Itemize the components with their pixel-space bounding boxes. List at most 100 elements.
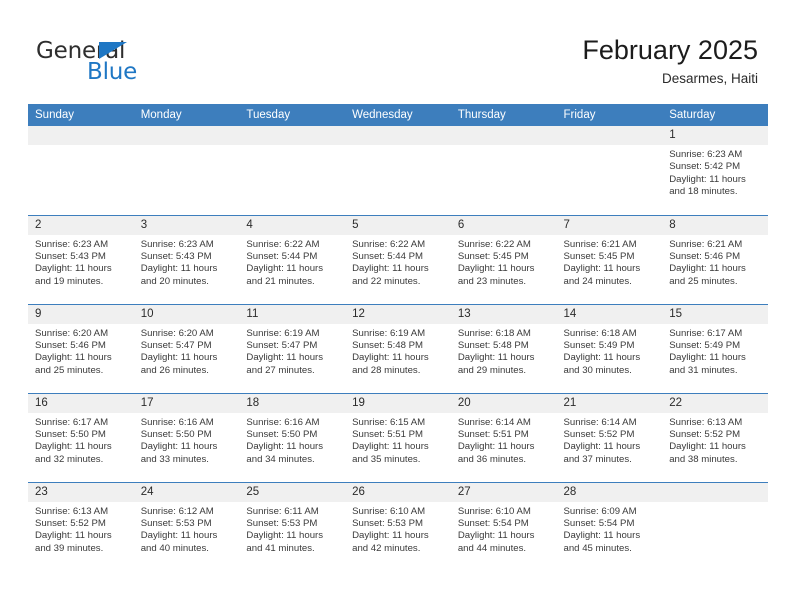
day-cell-inner: 23 Sunrise: 6:13 AM Sunset: 5:52 PM Dayligh… <box>28 482 134 572</box>
calendar-table: Sunday Monday Tuesday Wednesday Thursday Frid… <box>28 104 768 571</box>
day-number: 6 <box>450 215 557 235</box>
day-number: 14 <box>556 304 663 324</box>
day-cell-inner: 10 Sunrise: 6:20 AM Sunset: 5:47 PM Dayligh… <box>133 304 240 393</box>
calendar-day-cell[interactable]: 10 Sunrise: 6:20 AM Sunset: 5:47 PM Dayligh… <box>133 303 240 393</box>
daylight-text: Daylight: 11 hours and 39 minutes. <box>35 530 112 554</box>
daylight-text: Daylight: 11 hours and 32 minutes. <box>35 441 112 465</box>
sunrise-text: Sunrise: 6:21 AM <box>669 238 743 250</box>
calendar-day-cell-empty <box>28 126 134 215</box>
daylight-text: Daylight: 11 hours and 41 minutes. <box>246 530 324 554</box>
calendar-day-cell[interactable]: 9 Sunrise: 6:20 AM Sunset: 5:46 PM Daylight… <box>28 303 134 393</box>
calendar-day-cell[interactable]: 3 Sunrise: 6:23 AM Sunset: 5:43 PM Daylight… <box>133 214 240 304</box>
day-number: 11 <box>239 304 346 324</box>
calendar-day-cell[interactable]: 24 Sunrise: 6:12 AM Sunset: 5:53 PM Dayligh… <box>133 481 240 571</box>
daylight-text: Daylight: 11 hours and 27 minutes. <box>246 352 324 376</box>
day-cell-inner: 4 Sunrise: 6:22 AM Sunset: 5:44 PM Daylight… <box>239 215 346 304</box>
calendar-day-cell[interactable]: 18 Sunrise: 6:16 AM Sunset: 5:50 PM Dayligh… <box>239 392 346 482</box>
calendar-day-cell[interactable]: 17 Sunrise: 6:16 AM Sunset: 5:50 PM Dayligh… <box>133 392 240 482</box>
calendar-day-cell[interactable]: 13 Sunrise: 6:18 AM Sunset: 5:48 PM Dayligh… <box>450 303 557 393</box>
calendar-day-cell-empty <box>345 126 451 215</box>
calendar-day-cell[interactable]: 6 Sunrise: 6:22 AM Sunset: 5:45 PM Daylight… <box>450 214 557 304</box>
day-number: 27 <box>450 482 557 502</box>
daylight-text: Daylight: 11 hours and 36 minutes. <box>457 441 535 465</box>
weekday-header-tuesday: Tuesday <box>239 104 346 126</box>
calendar-week-row: 1 Sunrise: 6:23 AM Sunset: 5:42 PM Daylight… <box>28 126 768 215</box>
day-number: 22 <box>662 393 768 413</box>
sunrise-text: Sunrise: 6:23 AM <box>35 238 109 250</box>
day-details: Sunrise: 6:16 AM Sunset: 5:50 PM Daylight:… <box>239 413 345 467</box>
calendar-day-cell[interactable]: 20 Sunrise: 6:14 AM Sunset: 5:51 PM Dayligh… <box>450 392 557 482</box>
daylight-text: Daylight: 11 hours and 44 minutes. <box>457 530 535 554</box>
day-cell-inner: 5 Sunrise: 6:22 AM Sunset: 5:44 PM Daylight… <box>345 215 451 304</box>
sunset-text: Sunset: 5:45 PM <box>457 250 529 262</box>
sunset-text: Sunset: 5:48 PM <box>352 339 424 351</box>
calendar-day-cell[interactable]: 21 Sunrise: 6:14 AM Sunset: 5:52 PM Dayligh… <box>556 392 663 482</box>
calendar-day-cell[interactable]: 8 Sunrise: 6:21 AM Sunset: 5:46 PM Daylight… <box>662 214 768 304</box>
day-details: Sunrise: 6:17 AM Sunset: 5:49 PM Daylight:… <box>662 324 768 378</box>
sunset-text: Sunset: 5:54 PM <box>563 517 635 529</box>
calendar-day-cell[interactable]: 26 Sunrise: 6:10 AM Sunset: 5:53 PM Dayligh… <box>345 481 451 571</box>
calendar-day-cell[interactable]: 23 Sunrise: 6:13 AM Sunset: 5:52 PM Dayligh… <box>28 481 134 572</box>
day-details: Sunrise: 6:19 AM Sunset: 5:48 PM Daylight:… <box>345 324 451 378</box>
daylight-text: Daylight: 11 hours and 22 minutes. <box>352 263 429 287</box>
sunset-text: Sunset: 5:44 PM <box>352 250 424 262</box>
calendar-week-row: 16 Sunrise: 6:17 AM Sunset: 5:50 PM Dayligh… <box>28 392 768 482</box>
calendar-day-cell[interactable]: 12 Sunrise: 6:19 AM Sunset: 5:48 PM Dayligh… <box>345 303 451 393</box>
day-number <box>28 126 134 145</box>
calendar-day-cell[interactable]: 14 Sunrise: 6:18 AM Sunset: 5:49 PM Dayligh… <box>556 303 663 393</box>
day-number <box>345 126 451 145</box>
brand-logo: General Blue <box>36 38 276 90</box>
day-details: Sunrise: 6:13 AM Sunset: 5:52 PM Daylight:… <box>28 502 134 556</box>
sunset-text: Sunset: 5:52 PM <box>35 517 106 529</box>
sunrise-text: Sunrise: 6:18 AM <box>457 327 531 339</box>
weekday-header-monday: Monday <box>133 104 240 126</box>
day-cell-inner <box>662 482 768 572</box>
sunset-text: Sunset: 5:44 PM <box>246 250 318 262</box>
daylight-text: Daylight: 11 hours and 23 minutes. <box>457 263 535 287</box>
daylight-text: Daylight: 11 hours and 30 minutes. <box>563 352 641 376</box>
day-cell-inner: 17 Sunrise: 6:16 AM Sunset: 5:50 PM Dayligh… <box>133 393 240 482</box>
sunset-text: Sunset: 5:42 PM <box>669 161 741 173</box>
calendar-day-cell[interactable]: 2 Sunrise: 6:23 AM Sunset: 5:43 PM Daylight… <box>28 214 134 304</box>
calendar-day-cell[interactable]: 27 Sunrise: 6:10 AM Sunset: 5:54 PM Dayligh… <box>450 481 557 571</box>
calendar-day-cell[interactable]: 16 Sunrise: 6:17 AM Sunset: 5:50 PM Dayligh… <box>28 392 134 482</box>
day-cell-inner: 19 Sunrise: 6:15 AM Sunset: 5:51 PM Dayligh… <box>345 393 451 482</box>
calendar-day-cell[interactable]: 7 Sunrise: 6:21 AM Sunset: 5:45 PM Daylight… <box>556 214 663 304</box>
sunrise-text: Sunrise: 6:16 AM <box>246 416 320 428</box>
calendar-week-row: 2 Sunrise: 6:23 AM Sunset: 5:43 PM Daylight… <box>28 214 768 304</box>
calendar-grid: Sunday Monday Tuesday Wednesday Thursday Frid… <box>28 104 768 571</box>
calendar-day-cell[interactable]: 15 Sunrise: 6:17 AM Sunset: 5:49 PM Dayligh… <box>662 303 768 393</box>
calendar-day-cell-empty <box>133 126 240 215</box>
calendar-day-cell[interactable]: 4 Sunrise: 6:22 AM Sunset: 5:44 PM Daylight… <box>239 214 346 304</box>
calendar-day-cell[interactable]: 1 Sunrise: 6:23 AM Sunset: 5:42 PM Daylight… <box>662 126 768 215</box>
day-details: Sunrise: 6:09 AM Sunset: 5:54 PM Daylight:… <box>557 502 663 556</box>
calendar-week-row: 9 Sunrise: 6:20 AM Sunset: 5:46 PM Daylight… <box>28 303 768 393</box>
day-cell-inner: 18 Sunrise: 6:16 AM Sunset: 5:50 PM Dayligh… <box>239 393 346 482</box>
calendar-day-cell[interactable]: 5 Sunrise: 6:22 AM Sunset: 5:44 PM Daylight… <box>345 214 451 304</box>
weekday-header-row: Sunday Monday Tuesday Wednesday Thursday Frid… <box>28 104 768 126</box>
day-details: Sunrise: 6:23 AM Sunset: 5:43 PM Daylight:… <box>134 235 240 289</box>
day-cell-inner: 15 Sunrise: 6:17 AM Sunset: 5:49 PM Dayligh… <box>662 304 768 393</box>
calendar-day-cell[interactable]: 25 Sunrise: 6:11 AM Sunset: 5:53 PM Dayligh… <box>239 481 346 571</box>
day-cell-inner: 2 Sunrise: 6:23 AM Sunset: 5:43 PM Daylight… <box>28 215 134 304</box>
day-number: 3 <box>133 215 240 235</box>
day-cell-inner: 20 Sunrise: 6:14 AM Sunset: 5:51 PM Dayligh… <box>450 393 557 482</box>
calendar-page: General Blue February 2025 Desarmes, Hai… <box>0 0 792 612</box>
sunset-text: Sunset: 5:48 PM <box>457 339 529 351</box>
day-details: Sunrise: 6:10 AM Sunset: 5:54 PM Daylight:… <box>451 502 557 556</box>
page-title: February 2025 <box>582 35 758 65</box>
sunset-text: Sunset: 5:47 PM <box>140 339 212 351</box>
calendar-day-cell[interactable]: 19 Sunrise: 6:15 AM Sunset: 5:51 PM Dayligh… <box>345 392 451 482</box>
sunset-text: Sunset: 5:52 PM <box>669 428 741 440</box>
daylight-text: Daylight: 11 hours and 31 minutes. <box>669 352 746 376</box>
sunrise-text: Sunrise: 6:22 AM <box>457 238 531 250</box>
calendar-day-cell[interactable]: 11 Sunrise: 6:19 AM Sunset: 5:47 PM Dayligh… <box>239 303 346 393</box>
daylight-text: Daylight: 11 hours and 42 minutes. <box>352 530 429 554</box>
calendar-day-cell[interactable]: 22 Sunrise: 6:13 AM Sunset: 5:52 PM Dayligh… <box>662 392 768 482</box>
day-cell-inner <box>450 126 557 215</box>
day-cell-inner <box>133 126 240 215</box>
daylight-text: Daylight: 11 hours and 29 minutes. <box>457 352 535 376</box>
weekday-header-wednesday: Wednesday <box>345 104 451 126</box>
calendar-day-cell[interactable]: 28 Sunrise: 6:09 AM Sunset: 5:54 PM Dayligh… <box>556 481 663 571</box>
day-cell-inner: 6 Sunrise: 6:22 AM Sunset: 5:45 PM Daylight… <box>450 215 557 304</box>
